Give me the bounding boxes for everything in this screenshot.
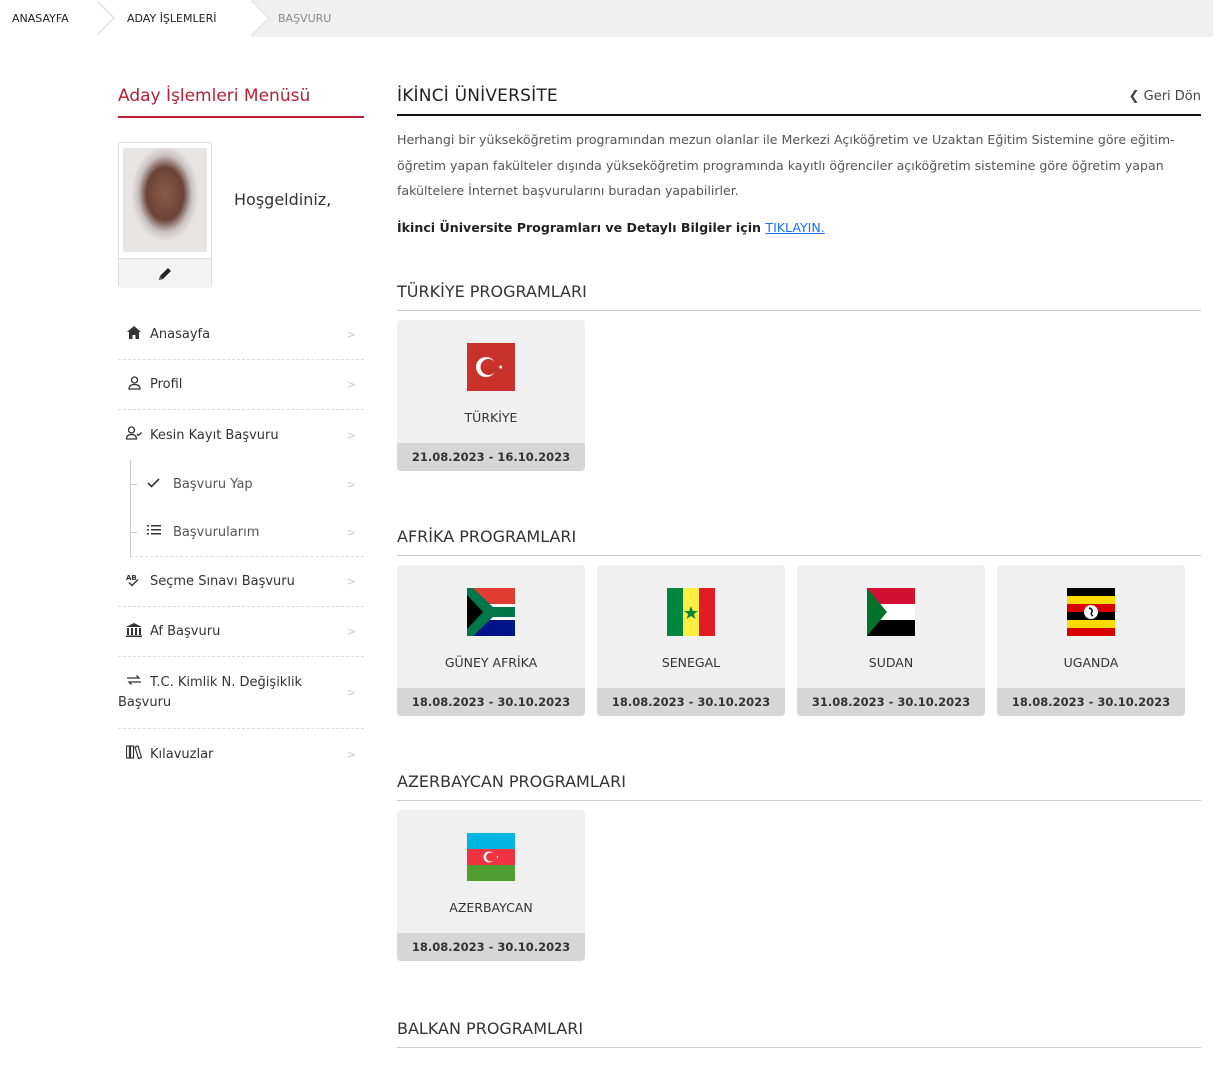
sidebar-item-label: Af Başvuru (150, 624, 221, 639)
card-name: SUDAN (868, 654, 914, 670)
svg-text:AB: AB (126, 574, 137, 582)
card-dates: 31.08.2023 - 30.10.2023 (797, 687, 985, 716)
chevron-right-icon: > (346, 428, 356, 442)
sidebar-item-label: Kılavuzlar (150, 746, 214, 762)
sidebar-item-label: Anasayfa (150, 327, 211, 342)
info-line: İkinci Üniversite Programları ve Detaylı… (397, 220, 1201, 235)
section-title: AFRİKA PROGRAMLARI (397, 527, 1201, 556)
chevron-right-icon: > (346, 575, 356, 588)
program-card-turkiye[interactable]: TÜRKİYE 21.08.2023 - 16.10.2023 (397, 319, 585, 471)
chevron-right-icon: > (346, 477, 356, 491)
sidebar-item-kilavuzlar[interactable]: Kılavuzlar > (118, 729, 364, 779)
sidebar-item-label: Profil (150, 377, 183, 392)
submenu-kesin-kayit: Başvuru Yap > Başvurularım > (130, 460, 364, 557)
welcome-text: Hoşgeldiniz, (234, 190, 332, 209)
section-title: BALKAN PROGRAMLARI (397, 1019, 1201, 1048)
sidebar-title: Aday İşlemleri Menüsü (118, 80, 364, 118)
program-card-uganda[interactable]: UGANDA 18.08.2023 - 30.10.2023 (997, 564, 1185, 716)
sidebar-item-kesin-kayit[interactable]: Kesin Kayıt Başvuru > (118, 410, 364, 460)
sidebar-item-basvurularim[interactable]: Başvurularım > (131, 508, 364, 556)
sidebar-item-secme-sinavi[interactable]: AB Seçme Sınavı Başvuru > (118, 557, 364, 607)
exchange-icon (124, 673, 144, 693)
main-content: İKİNCİ ÜNİVERSİTE ❮ Geri Dön Herhangi bi… (397, 80, 1201, 1048)
program-card-sudan[interactable]: SUDAN 31.08.2023 - 30.10.2023 (797, 564, 985, 716)
sidebar-item-label: Başvurularım (173, 524, 260, 540)
info-prefix: İkinci Üniversite Programları ve Detaylı… (397, 219, 761, 235)
description: Herhangi bir yükseköğretim programından … (397, 132, 1175, 198)
sidebar: Aday İşlemleri Menüsü Hoşgeldiniz, Anasa… (118, 80, 364, 779)
section-title: TÜRKİYE PROGRAMLARI (397, 282, 1201, 311)
card-name: GÜNEY AFRİKA (444, 654, 538, 670)
sidebar-item-basvuru-yap[interactable]: Başvuru Yap > (131, 460, 364, 508)
card-dates: 18.08.2023 - 30.10.2023 (397, 687, 585, 716)
sidebar-item-label: Kesin Kayıt Başvuru (150, 427, 279, 443)
user-check-icon (124, 426, 144, 444)
sidebar-item-kimlik-degisiklik[interactable]: T.C. Kimlik N. Değişiklik Başvuru > (118, 657, 364, 729)
section-balkan: BALKAN PROGRAMLARI (397, 1019, 1201, 1048)
section-afrika: AFRİKA PROGRAMLARI GÜNEY AFRİKA 18.08.20… (397, 527, 1201, 716)
sidebar-item-label: Seçme Sınavı Başvuru (150, 574, 295, 589)
book-icon (124, 745, 144, 763)
sidebar-item-label: T.C. Kimlik N. Değişiklik (150, 674, 303, 690)
section-azerbaycan: AZERBAYCAN PROGRAMLARI AZERBAYCAN 18.08.… (397, 772, 1201, 961)
back-link-label: Geri Dön (1143, 88, 1201, 104)
details-link[interactable]: TIKLAYIN. (765, 220, 824, 235)
sidebar-menu: Anasayfa > Profil > Kesin Kayıt Başvuru … (118, 310, 364, 779)
south-africa-flag-icon (467, 587, 515, 636)
sidebar-item-anasayfa[interactable]: Anasayfa > (118, 310, 364, 360)
card-name: SENEGAL (661, 654, 721, 670)
program-card-azerbaycan[interactable]: AZERBAYCAN 18.08.2023 - 30.10.2023 (397, 809, 585, 961)
sidebar-item-label: Başvuru Yap (173, 476, 253, 492)
sidebar-item-profil[interactable]: Profil > (118, 360, 364, 410)
chevron-right-icon: > (346, 378, 356, 391)
check-icon (147, 477, 167, 492)
chevron-right-icon: > (346, 747, 356, 761)
pencil-icon (159, 267, 171, 280)
chevron-right-icon: > (346, 328, 356, 341)
back-link[interactable]: ❮ Geri Dön (1129, 89, 1201, 104)
user-icon (124, 375, 144, 394)
sudan-flag-icon (867, 587, 915, 636)
card-name: TÜRKİYE (464, 409, 518, 425)
home-icon (124, 326, 144, 343)
page-title: İKİNCİ ÜNİVERSİTE (397, 86, 558, 106)
breadcrumb: ANASAYFA ADAY İŞLEMLERİ BAŞVURU (0, 0, 1213, 37)
main-header: İKİNCİ ÜNİVERSİTE ❮ Geri Dön (397, 80, 1201, 116)
avatar-card (118, 142, 212, 288)
card-dates: 18.08.2023 - 30.10.2023 (397, 932, 585, 961)
spellcheck-icon: AB (124, 573, 144, 590)
turkey-flag-icon (467, 342, 515, 391)
card-name: AZERBAYCAN (449, 899, 533, 915)
breadcrumb-home[interactable]: ANASAYFA (0, 0, 115, 37)
avatar (123, 148, 207, 252)
card-name: UGANDA (1063, 654, 1119, 670)
program-card-senegal[interactable]: SENEGAL 18.08.2023 - 30.10.2023 (597, 564, 785, 716)
chevron-right-icon: > (346, 525, 356, 539)
uganda-flag-icon (1067, 587, 1115, 636)
section-turkiye: TÜRKİYE PROGRAMLARI TÜRKİYE 21.08.2023 -… (397, 282, 1201, 471)
card-dates: 18.08.2023 - 30.10.2023 (997, 687, 1185, 716)
edit-profile-button[interactable] (119, 258, 211, 288)
chevron-right-icon: > (346, 686, 356, 699)
azerbaijan-flag-icon (467, 832, 515, 881)
program-card-guney-afrika[interactable]: GÜNEY AFRİKA 18.08.2023 - 30.10.2023 (397, 564, 585, 716)
profile-box: Hoşgeldiniz, (118, 142, 364, 288)
chevron-left-icon: ❮ (1128, 88, 1140, 104)
list-icon (147, 524, 167, 540)
section-title: AZERBAYCAN PROGRAMLARI (397, 772, 1201, 801)
building-icon (124, 622, 144, 641)
sidebar-item-label-second-line: Başvuru (118, 694, 172, 710)
chevron-right-icon: > (346, 625, 356, 638)
card-dates: 18.08.2023 - 30.10.2023 (597, 687, 785, 716)
card-dates: 21.08.2023 - 16.10.2023 (397, 442, 585, 471)
senegal-flag-icon (667, 587, 715, 636)
sidebar-item-af-basvuru[interactable]: Af Başvuru > (118, 607, 364, 657)
breadcrumb-section[interactable]: ADAY İŞLEMLERİ (95, 0, 270, 37)
